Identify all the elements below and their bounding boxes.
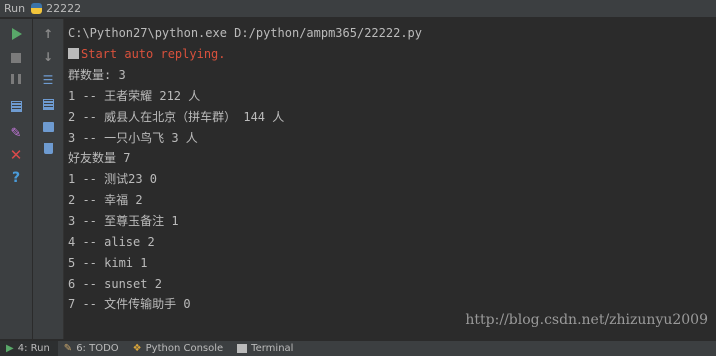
python-icon xyxy=(31,3,43,14)
console-line: 7 -- 文件传输助手 0 xyxy=(68,297,191,311)
clear-all-button[interactable] xyxy=(40,140,56,156)
scroll-down-button[interactable]: ↓ xyxy=(40,49,56,65)
scroll-to-end-button[interactable] xyxy=(40,96,56,112)
print-button[interactable] xyxy=(40,119,56,135)
console-line: 好友数量 7 xyxy=(68,151,131,165)
scroll-up-button[interactable]: ↑ xyxy=(40,26,56,42)
pin-button[interactable]: ✎ xyxy=(8,125,24,141)
console-line: 2 -- 幸福 2 xyxy=(68,193,143,207)
python-console-icon: ❖ xyxy=(132,343,142,354)
tab-todo-label: 6: TODO xyxy=(76,343,119,354)
soft-wrap-button[interactable]: ☰ xyxy=(40,72,56,88)
terminal-icon xyxy=(237,344,248,353)
tab-python-console[interactable]: ❖ Python Console xyxy=(127,341,232,356)
run-config-name[interactable]: 22222 xyxy=(46,2,81,15)
console-line: 5 -- kimi 1 xyxy=(68,256,148,270)
run-icon: ▶ xyxy=(6,343,14,354)
help-button[interactable]: ? xyxy=(8,170,24,186)
bottom-tool-tabs: ▶ 4: Run ✎ 6: TODO ❖ Python Console Term… xyxy=(0,340,716,356)
console-command-line: C:\Python27\python.exe D:/python/ampm365… xyxy=(68,26,423,40)
print-icon xyxy=(42,122,54,132)
console-line: 1 -- 测试23 0 xyxy=(68,172,158,186)
help-icon: ? xyxy=(11,170,21,186)
layout-icon xyxy=(10,100,22,112)
scroll-to-end-icon xyxy=(42,98,54,110)
console-line: 群数量: 3 xyxy=(68,68,126,82)
close-icon: ✕ xyxy=(9,145,23,164)
stderr-marker-icon xyxy=(68,48,79,59)
pin-icon: ✎ xyxy=(10,125,22,141)
pause-icon xyxy=(11,74,21,84)
run-tool-window: Run 22222 ✎ ✕ ? ↑ ↓ ☰ C:\Python27\python… xyxy=(0,0,716,356)
trash-icon xyxy=(43,142,53,154)
soft-wrap-icon: ☰ xyxy=(42,73,54,87)
console-line: 3 -- 至尊玉备注 1 xyxy=(68,214,179,228)
todo-icon: ✎ xyxy=(63,343,73,354)
stop-button[interactable] xyxy=(8,50,24,66)
tab-run[interactable]: ▶ 4: Run xyxy=(0,340,58,356)
pause-button[interactable] xyxy=(8,71,24,87)
console-line: 6 -- sunset 2 xyxy=(68,277,162,291)
console-error-text: Start auto replying. xyxy=(81,47,226,61)
console-output[interactable]: C:\Python27\python.exe D:/python/ampm365… xyxy=(64,19,716,339)
console-line: 3 -- 一只小鸟飞 3 人 xyxy=(68,131,198,145)
run-title-bar: Run 22222 xyxy=(0,0,716,18)
run-toolbar-secondary: ↑ ↓ ☰ xyxy=(33,19,64,339)
stop-icon xyxy=(11,53,21,63)
console-error-line: Start auto replying. xyxy=(68,46,226,62)
console-line: 4 -- alise 2 xyxy=(68,235,155,249)
arrow-down-icon: ↓ xyxy=(42,50,54,64)
tab-run-label: 4: Run xyxy=(17,343,50,354)
play-icon xyxy=(12,28,22,40)
restore-layout-button[interactable] xyxy=(8,98,24,114)
console-line: 1 -- 王者荣耀 212 人 xyxy=(68,89,201,103)
tab-terminal[interactable]: Terminal xyxy=(231,341,301,356)
arrow-up-icon: ↑ xyxy=(42,27,54,41)
close-button[interactable]: ✕ xyxy=(8,147,24,163)
console-line: 2 -- 威县人在北京（拼车群） 144 人 xyxy=(68,110,285,124)
run-toolbar-primary: ✎ ✕ ? xyxy=(0,19,33,339)
watermark-url: http://blog.csdn.net/zhizunyu2009 xyxy=(465,312,708,328)
run-title-label: Run xyxy=(4,2,26,15)
tab-python-console-label: Python Console xyxy=(145,343,224,354)
tab-todo[interactable]: ✎ 6: TODO xyxy=(58,341,127,356)
tab-terminal-label: Terminal xyxy=(251,343,294,354)
rerun-button[interactable] xyxy=(9,26,25,42)
